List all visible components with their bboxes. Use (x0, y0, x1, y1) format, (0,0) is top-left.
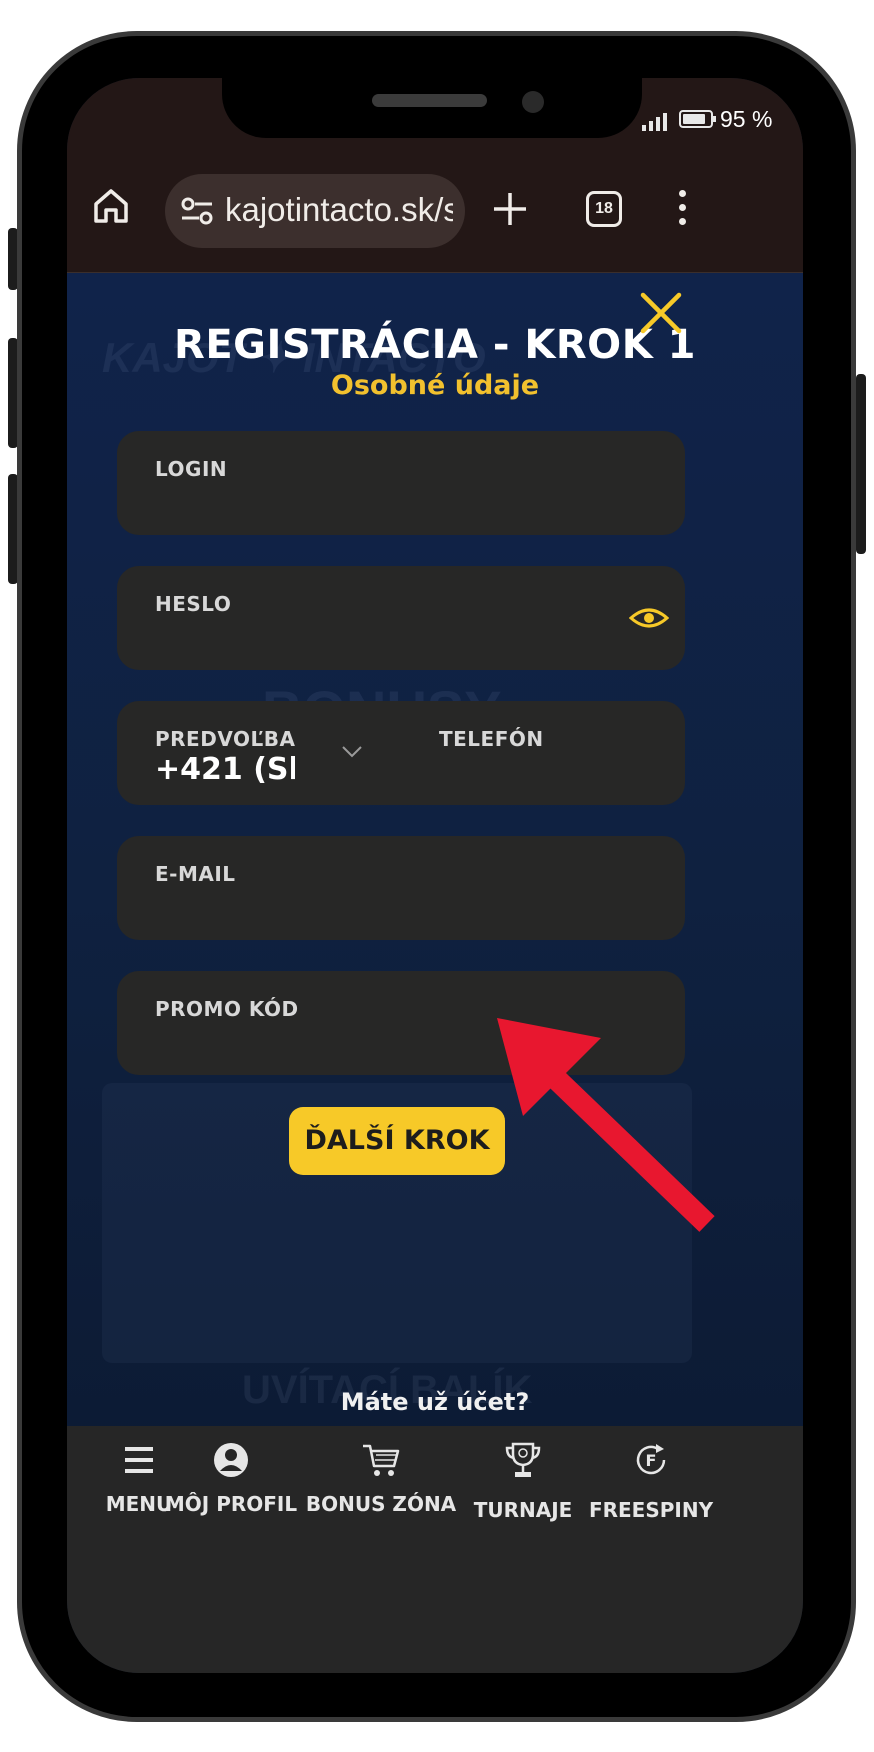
battery-icon (679, 110, 716, 128)
email-label: E-MAIL (155, 862, 236, 886)
login-label: LOGIN (155, 457, 228, 481)
more-options-icon[interactable] (679, 190, 689, 230)
phone-side-button (856, 374, 866, 554)
password-field[interactable]: HESLO (117, 566, 685, 670)
site-settings-icon[interactable] (180, 196, 214, 226)
cart-icon (363, 1444, 400, 1476)
phone-speaker (372, 94, 487, 107)
have-account-text[interactable]: Máte už účet? (67, 1388, 803, 1416)
nav-label: FREESPINY (588, 1498, 714, 1522)
new-tab-icon[interactable] (492, 191, 528, 227)
phone-camera (522, 91, 544, 113)
phone-screen: 95 % kajotintacto.sk/s 18 KAJOT ✦ INTACT… (67, 78, 803, 1673)
prefix-label: PREDVOĽBA (155, 727, 296, 751)
browser-toolbar: kajotintacto.sk/s 18 (67, 156, 803, 273)
address-bar[interactable]: kajotintacto.sk/s (165, 174, 465, 248)
eye-icon[interactable] (629, 604, 669, 632)
password-label: HESLO (155, 592, 232, 616)
phone-notch (222, 78, 642, 138)
tabs-count-icon[interactable]: 18 (586, 191, 622, 227)
close-icon[interactable] (639, 291, 683, 335)
svg-text:F: F (646, 1451, 657, 1470)
promo-code-label: PROMO KÓD (155, 997, 299, 1021)
section-subtitle: Osobné údaje (330, 370, 540, 401)
home-icon[interactable] (91, 186, 131, 226)
battery-level: 95 % (720, 106, 773, 132)
page-title: REGISTRÁCIA - KROK 1 (174, 322, 696, 368)
email-field[interactable]: E-MAIL (117, 836, 685, 940)
freespin-icon: F (636, 1444, 666, 1475)
phone-label: TELEFÓN (439, 727, 544, 751)
login-field[interactable]: LOGIN (117, 431, 685, 535)
bottom-navigation: MENU MÔJ PROFIL BONUS ZÓNA TURNAJE F FRE… (67, 1426, 803, 1673)
chevron-down-icon[interactable] (341, 745, 363, 759)
url-text[interactable]: kajotintacto.sk/s (225, 191, 453, 229)
signal-icon (642, 113, 667, 131)
menu-icon (125, 1447, 153, 1473)
prefix-select-value[interactable]: +421 (Slo (155, 752, 295, 787)
phone-field[interactable]: PREDVOĽBA +421 (Slo TELEFÓN (117, 701, 685, 805)
trophy-icon (505, 1442, 541, 1477)
profile-icon (214, 1443, 248, 1477)
red-arrow-annotation (497, 1018, 715, 1232)
